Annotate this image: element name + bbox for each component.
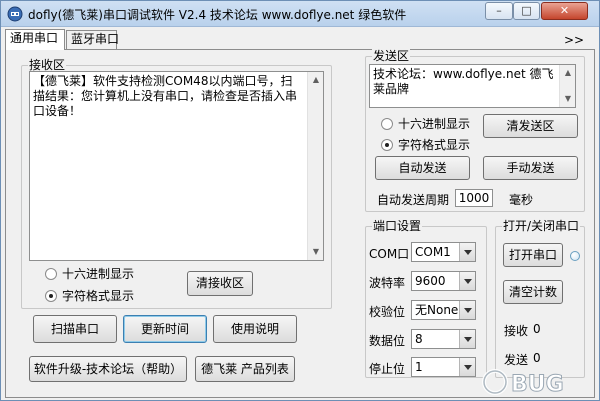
scroll-up-icon[interactable]: ▲ bbox=[560, 65, 575, 81]
receive-char-label: 字符格式显示 bbox=[62, 289, 135, 303]
app-window: dofly(德飞莱)串口调试软件 V2.4 技术论坛 www.doflye.ne… bbox=[0, 0, 600, 401]
tx-count-value: 0 bbox=[533, 351, 541, 365]
radio-unchecked-icon bbox=[381, 117, 393, 130]
chevron-down-icon[interactable] bbox=[459, 330, 475, 348]
radio-checked-icon bbox=[381, 138, 393, 151]
send-hex-label: 十六进制显示 bbox=[398, 117, 471, 131]
receive-hex-radio[interactable]: 十六进制显示 bbox=[45, 265, 134, 282]
watermark-text: BUG bbox=[511, 372, 564, 397]
manual-send-button[interactable]: 手动发送 bbox=[483, 156, 578, 180]
com-port-label: COM口 bbox=[369, 247, 410, 261]
radio-checked-icon bbox=[45, 289, 57, 302]
scroll-up-icon[interactable]: ▲ bbox=[308, 72, 323, 88]
send-char-radio[interactable]: 字符格式显示 bbox=[381, 136, 470, 153]
port-status-led bbox=[570, 251, 580, 261]
product-list-button[interactable]: 德飞莱 产品列表 bbox=[195, 356, 295, 382]
parity-select[interactable]: 无None bbox=[411, 300, 476, 320]
data-bits-value: 8 bbox=[415, 332, 423, 346]
chevron-down-icon[interactable] bbox=[459, 301, 475, 319]
rx-count-value: 0 bbox=[533, 322, 541, 336]
send-scrollbar[interactable]: ▲ ▼ bbox=[559, 65, 575, 107]
baud-rate-label: 波特率 bbox=[369, 276, 406, 290]
receive-hex-label: 十六进制显示 bbox=[62, 267, 135, 281]
auto-send-period-label: 自动发送周期 bbox=[377, 193, 450, 207]
send-hex-radio[interactable]: 十六进制显示 bbox=[381, 115, 470, 132]
receive-group-label: 接收区 bbox=[28, 58, 67, 72]
close-button[interactable]: ✕ bbox=[541, 2, 588, 20]
more-tabs-button[interactable]: >> bbox=[564, 32, 584, 48]
parity-value: 无None bbox=[415, 303, 459, 317]
scroll-down-icon[interactable]: ▼ bbox=[308, 244, 323, 260]
baud-rate-select[interactable]: 9600 bbox=[411, 271, 476, 291]
baud-rate-value: 9600 bbox=[415, 274, 446, 288]
open-port-button[interactable]: 打开串口 bbox=[503, 243, 563, 267]
port-settings-label: 端口设置 bbox=[372, 219, 423, 233]
stop-bits-label: 停止位 bbox=[369, 362, 406, 376]
tx-count-label: 发送 bbox=[504, 353, 529, 367]
receive-char-radio[interactable]: 字符格式显示 bbox=[45, 287, 134, 304]
title-bar[interactable]: dofly(德飞莱)串口调试软件 V2.4 技术论坛 www.doflye.ne… bbox=[1, 1, 599, 27]
send-group-label: 发送区 bbox=[372, 49, 411, 63]
receive-scrollbar[interactable]: ▲ ▼ bbox=[307, 72, 323, 260]
parity-label: 校验位 bbox=[369, 305, 406, 319]
window-title: dofly(德飞莱)串口调试软件 V2.4 技术论坛 www.doflye.ne… bbox=[28, 8, 407, 22]
scroll-down-icon[interactable]: ▼ bbox=[560, 91, 575, 107]
com-port-value: COM1 bbox=[415, 245, 451, 259]
data-bits-select[interactable]: 8 bbox=[411, 329, 476, 349]
user-manual-button[interactable]: 使用说明 bbox=[213, 315, 297, 343]
stop-bits-select[interactable]: 1 bbox=[411, 357, 476, 377]
upgrade-forum-button[interactable]: 软件升级-技术论坛（帮助） bbox=[29, 356, 187, 382]
chevron-down-icon[interactable] bbox=[459, 358, 475, 376]
send-text: 技术论坛：www.doflye.net 德飞莱品牌 bbox=[373, 67, 554, 96]
send-textarea[interactable]: 技术论坛：www.doflye.net 德飞莱品牌 ▲ ▼ bbox=[369, 64, 576, 108]
receive-text: 【德飞莱】软件支持检测COM48以内端口号，扫描结果：您计算机上没有串口，请检查… bbox=[33, 74, 298, 118]
minimize-button[interactable]: – bbox=[485, 2, 513, 20]
open-close-label: 打开/关闭串口 bbox=[502, 219, 581, 233]
auto-send-period-input[interactable]: 1000 bbox=[455, 189, 493, 207]
chevron-down-icon[interactable] bbox=[459, 243, 475, 261]
radio-unchecked-icon bbox=[45, 267, 57, 280]
update-time-button[interactable]: 更新时间 bbox=[123, 315, 207, 343]
app-icon bbox=[7, 6, 23, 22]
tab-bluetooth-serial[interactable]: 蓝牙串口 bbox=[66, 30, 119, 49]
clear-receive-button[interactable]: 清接收区 bbox=[187, 271, 253, 296]
com-port-select[interactable]: COM1 bbox=[411, 242, 476, 262]
stop-bits-value: 1 bbox=[415, 360, 423, 374]
auto-send-button[interactable]: 自动发送 bbox=[375, 156, 470, 180]
scan-ports-button[interactable]: 扫描串口 bbox=[33, 315, 117, 343]
rx-count-label: 接收 bbox=[504, 324, 529, 338]
receive-textarea[interactable]: 【德飞莱】软件支持检测COM48以内端口号，扫描结果：您计算机上没有串口，请检查… bbox=[29, 71, 324, 261]
data-bits-label: 数据位 bbox=[369, 334, 406, 348]
period-unit-label: 毫秒 bbox=[509, 193, 534, 207]
tab-general-serial[interactable]: 通用串口 bbox=[5, 29, 65, 50]
send-char-label: 字符格式显示 bbox=[398, 138, 471, 152]
clear-count-button[interactable]: 清空计数 bbox=[503, 280, 563, 304]
site-watermark: BUG bbox=[482, 369, 564, 397]
clear-send-button[interactable]: 清发送区 bbox=[483, 114, 578, 138]
chevron-down-icon[interactable] bbox=[459, 272, 475, 290]
maximize-button[interactable]: □ bbox=[513, 2, 540, 20]
